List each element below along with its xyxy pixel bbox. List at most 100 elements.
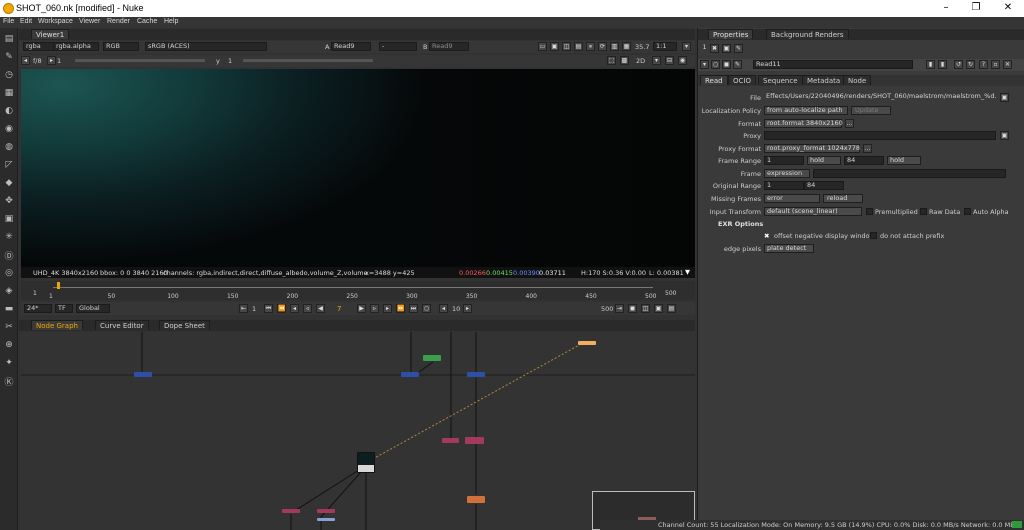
file-path-field[interactable]: Effects/Users/22040496/renders/SHOT_060/… (764, 93, 996, 102)
lut-icon[interactable]: ▦ (622, 42, 631, 51)
viewer-image[interactable] (21, 69, 695, 267)
timeline[interactable]: 1 500 1 50 100 150 200 250 300 350 400 450 500 (21, 281, 695, 300)
gain-arrow-icon[interactable]: ▸ (47, 56, 56, 65)
max-panels-value[interactable]: 1 (700, 44, 709, 53)
pause-icon[interactable]: ⏸ (586, 42, 595, 51)
proxy-format-dropdown[interactable]: root.proxy_format 1024x778 (764, 144, 860, 153)
node-pink-1[interactable] (442, 438, 459, 443)
lock-icon[interactable]: ⊟ (665, 56, 674, 65)
edge-pixels-dropdown[interactable]: plate detect (764, 244, 814, 253)
furnace-icon[interactable]: ⊕ (2, 338, 16, 352)
node-name-field[interactable]: Read11 (753, 60, 913, 69)
orig-end-field[interactable]: 84 (804, 181, 844, 190)
keyer-icon[interactable]: ◍ (2, 140, 16, 154)
gamma-value[interactable]: 1 (228, 57, 232, 65)
proxy-icon[interactable]: ▥ (610, 42, 619, 51)
edit-icon[interactable]: ✎ (734, 44, 743, 53)
prev-increment-icon[interactable]: ◂ (290, 304, 299, 313)
menu-file[interactable]: File (3, 18, 14, 25)
subtab-metadata[interactable]: Metadata (802, 75, 846, 85)
node-green[interactable] (423, 355, 441, 361)
fps-dropdown[interactable]: 24* (24, 304, 52, 313)
node-read-thumbnail[interactable] (357, 452, 375, 473)
input-b-dropdown[interactable]: Read9 (429, 42, 469, 51)
node-blue-2[interactable] (401, 372, 419, 377)
play-forward-icon[interactable]: ▶ (357, 304, 366, 313)
node-blue-3[interactable] (467, 372, 485, 377)
auto-alpha-checkbox[interactable] (964, 208, 971, 215)
toolsets-icon[interactable]: ▬ (2, 302, 16, 316)
reload-button[interactable]: reload (823, 194, 863, 203)
view-mode-value[interactable]: 2D (636, 57, 645, 65)
frame-end-mode-dropdown[interactable]: hold (887, 156, 921, 165)
next-keyframe-icon[interactable]: ⏩ (396, 304, 405, 313)
current-frame-value[interactable]: 7 (337, 305, 341, 313)
increment-value[interactable]: 10 (452, 305, 460, 313)
last-frame-icon[interactable]: ⏭ (409, 304, 418, 313)
restore-icon[interactable]: ↻ (966, 60, 975, 69)
close-button[interactable]: ✕ (998, 2, 1018, 13)
tf-dropdown[interactable]: TF (55, 304, 73, 313)
next-increment-icon[interactable]: ▸ (383, 304, 392, 313)
collapse-icon[interactable]: ▾ (700, 60, 709, 69)
info-expand-icon[interactable]: ▼ (685, 268, 690, 276)
step-back-icon[interactable]: ◃ (303, 304, 312, 313)
deep-icon[interactable]: Ⓓ (2, 248, 16, 262)
clear-panels-icon[interactable]: ✖ (710, 44, 719, 53)
channel-icon[interactable]: ▦ (2, 86, 16, 100)
proxy-format-edit-icon[interactable]: … (863, 144, 872, 153)
compare-op-dropdown[interactable]: - (379, 42, 417, 51)
node-orange-merge[interactable] (467, 496, 485, 503)
node-color-icon[interactable]: ○ (711, 60, 720, 69)
revert-icon[interactable]: ↺ (954, 60, 963, 69)
refresh-icon[interactable]: ⟳ (598, 42, 607, 51)
play-backward-icon[interactable]: ◀ (316, 304, 325, 313)
alpha-channel-dropdown[interactable]: rgba.alpha (53, 42, 99, 51)
menu-help[interactable]: Help (164, 18, 178, 25)
image-icon[interactable]: ▤ (2, 32, 16, 46)
fstop-icon[interactable]: ◂ (21, 56, 30, 65)
orig-start-field[interactable]: 1 (764, 181, 804, 190)
raw-data-checkbox[interactable] (920, 208, 927, 215)
clipping-icon[interactable]: ▣ (550, 42, 559, 51)
transform-icon[interactable]: ✥ (2, 194, 16, 208)
time-icon[interactable]: ◷ (2, 68, 16, 82)
node-blue-1[interactable] (134, 372, 152, 377)
tab-node-graph[interactable]: Node Graph (31, 320, 83, 330)
missing-frames-dropdown[interactable]: error (764, 194, 820, 203)
cache-icon[interactable]: ◫ (641, 304, 650, 313)
display-channel-dropdown[interactable]: RGB (103, 42, 139, 51)
close-node-icon[interactable]: ✕ (1003, 60, 1012, 69)
tab-properties[interactable]: Properties (708, 29, 754, 39)
pixel-icon[interactable]: ▩ (620, 56, 629, 65)
node-color-swatch[interactable]: ▮ (926, 60, 935, 69)
prev-keyframe-icon[interactable]: ⏪ (277, 304, 286, 313)
ocula-icon[interactable]: Ⓚ (2, 374, 16, 388)
step-forward-icon[interactable]: ▹ (370, 304, 379, 313)
tab-background-renders[interactable]: Background Renders (766, 29, 849, 39)
proxy-field[interactable] (764, 131, 996, 140)
fstop-value[interactable]: f/8 (33, 57, 42, 65)
node-graph[interactable] (21, 332, 695, 530)
scope-dropdown[interactable]: Global (76, 304, 110, 313)
proxy-browse-icon[interactable]: ▣ (1000, 131, 1009, 140)
input-transform-dropdown[interactable]: default (scene_linear) (764, 207, 862, 216)
particles-icon[interactable]: ✳ (2, 230, 16, 244)
roi-icon[interactable]: ▭ (538, 42, 547, 51)
minimize-button[interactable]: – (936, 2, 956, 13)
premultiplied-checkbox[interactable] (866, 208, 873, 215)
node-pink-2[interactable] (465, 437, 484, 444)
crop-icon[interactable]: ⬚ (607, 56, 616, 65)
start-frame-value[interactable]: 1 (252, 305, 256, 313)
localization-dropdown[interactable]: from auto-localize path (764, 106, 848, 115)
views-icon[interactable]: ◎ (2, 266, 16, 280)
loop-icon[interactable]: ○ (422, 304, 431, 313)
out-point-icon[interactable]: ⇥ (615, 304, 624, 313)
merge-icon[interactable]: ◸ (2, 158, 16, 172)
menu-edit[interactable]: Edit (20, 18, 32, 25)
playhead[interactable] (57, 282, 60, 289)
offset-checkbox[interactable]: ✖ (764, 232, 769, 240)
subtab-node[interactable]: Node (843, 75, 872, 85)
frame-expression-field[interactable] (813, 169, 1006, 178)
maximize-button[interactable]: ❐ (966, 2, 986, 13)
